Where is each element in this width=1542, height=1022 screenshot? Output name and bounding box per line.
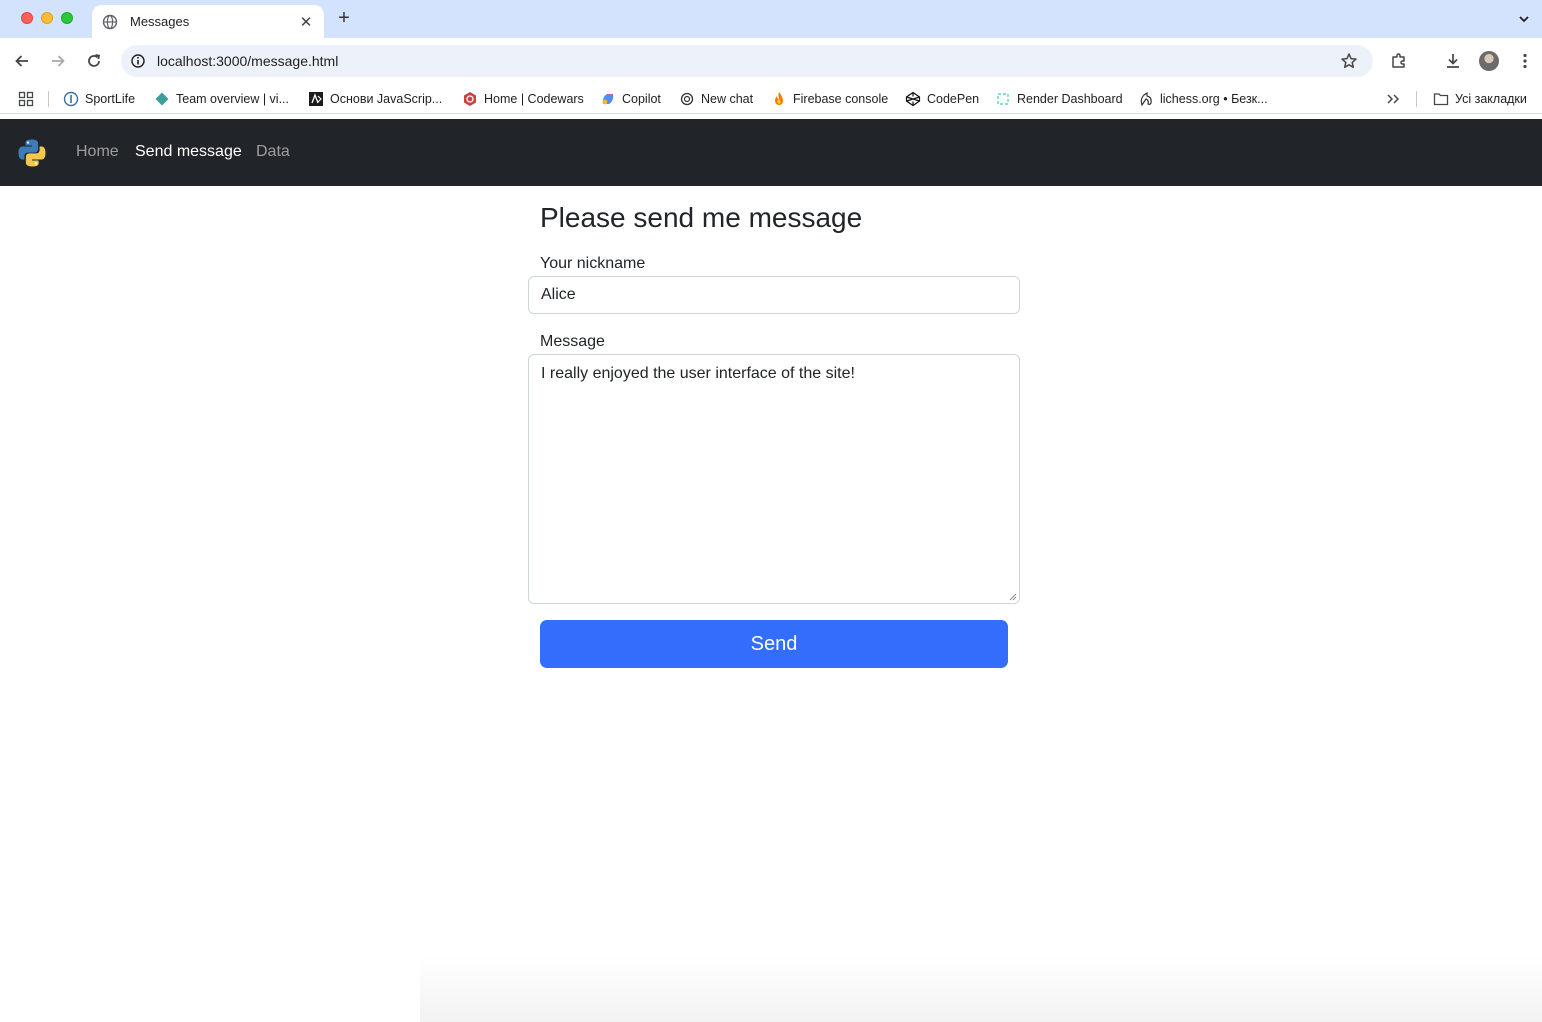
arrow-right-icon (52, 55, 65, 67)
bookmark-label: Основи JavaScrip... (330, 92, 443, 106)
message-label: Message (540, 333, 605, 350)
puzzle-icon (1392, 53, 1405, 68)
bookmark-label: Copilot (622, 92, 661, 106)
nav-link-send-message[interactable]: Send message (135, 143, 242, 161)
bookmark-team-overview[interactable]: Team overview | vi... (154, 90, 289, 108)
url-text: localhost:3000/message.html (157, 53, 339, 69)
chatgpt-icon (679, 91, 695, 107)
apps-grid-icon (18, 91, 34, 107)
nav-link-home[interactable]: Home (76, 143, 119, 161)
render-icon (995, 91, 1011, 107)
reload-button[interactable] (82, 49, 106, 73)
nickname-input[interactable]: Alice (528, 276, 1020, 314)
bookmark-javascript-course[interactable]: Основи JavaScrip... (308, 90, 442, 108)
tab-search-button[interactable] (1512, 7, 1536, 31)
bookmark-sportlife[interactable]: SportLife (63, 90, 135, 108)
bookmark-label: Firebase console (793, 92, 889, 106)
close-window-button[interactable] (21, 12, 33, 24)
address-bar[interactable]: localhost:3000/message.html (121, 45, 1373, 77)
forward-button[interactable] (46, 49, 70, 73)
codewars-icon (462, 91, 478, 107)
browser-toolbar: localhost:3000/message.html (0, 38, 1542, 111)
copilot-icon (600, 91, 616, 107)
close-tab-icon[interactable]: ✕ (296, 12, 316, 32)
arrow-left-icon (15, 55, 28, 67)
globe-icon (102, 14, 118, 30)
bookmark-label: Team overview | vi... (176, 92, 290, 106)
site-info-icon[interactable] (128, 51, 148, 71)
bookmark-copilot[interactable]: Copilot (600, 90, 661, 108)
chevrons-right-icon (1387, 94, 1400, 104)
sportlife-icon (63, 91, 79, 107)
page-viewport: Home Send message Data Please send me me… (0, 119, 1542, 1022)
new-tab-button[interactable]: + (334, 7, 354, 29)
chevron-down-icon (1519, 16, 1529, 23)
bookmark-codewars[interactable]: Home | Codewars (462, 90, 584, 108)
bookmark-firebase[interactable]: Firebase console (771, 90, 888, 108)
folder-icon (1433, 91, 1449, 107)
tab-strip: Messages ✕ + (0, 0, 1542, 38)
bookmark-label: New chat (701, 92, 754, 106)
bookmark-label: Render Dashboard (1017, 92, 1123, 106)
bookmark-new-chat[interactable]: New chat (679, 90, 753, 108)
bookmark-label: lichess.org • Безк... (1160, 92, 1268, 106)
download-icon (1447, 54, 1459, 68)
bookmarks-bar: SportLife Team overview | vi... Основи J… (0, 84, 1542, 114)
bookmark-label: SportLife (85, 92, 136, 106)
page-title: Please send me message (540, 202, 863, 233)
message-text: I really enjoyed the user interface of t… (541, 365, 855, 382)
maximize-window-button[interactable] (61, 12, 73, 24)
all-bookmarks-button[interactable]: Усі закладки (1433, 90, 1527, 108)
all-bookmarks-label: Усі закладки (1455, 92, 1527, 106)
python-logo-icon[interactable] (17, 138, 47, 168)
firebase-icon (771, 91, 787, 107)
codepen-icon (905, 91, 921, 107)
bookmark-star-icon[interactable] (1339, 51, 1359, 71)
send-button[interactable]: Send (540, 620, 1008, 668)
apps-button[interactable] (18, 90, 34, 108)
bookmark-label: Home | Codewars (484, 92, 584, 106)
browser-menu-button[interactable] (1513, 49, 1537, 73)
bookmark-label: CodePen (927, 92, 980, 106)
extensions-button[interactable] (1387, 49, 1411, 73)
site-navbar: Home Send message Data (0, 119, 1542, 186)
more-vertical-icon (1523, 53, 1527, 69)
bookmark-codepen[interactable]: CodePen (905, 90, 979, 108)
minimize-window-button[interactable] (41, 12, 53, 24)
active-tab[interactable]: Messages ✕ (92, 5, 324, 38)
team-overview-icon (154, 91, 170, 107)
downloads-button[interactable] (1441, 49, 1465, 73)
profile-avatar[interactable] (1479, 51, 1499, 71)
message-textarea[interactable]: I really enjoyed the user interface of t… (528, 354, 1020, 604)
bookmark-render[interactable]: Render Dashboard (995, 90, 1123, 108)
reload-icon (88, 54, 101, 67)
tab-title: Messages (130, 14, 190, 29)
nav-link-data[interactable]: Data (256, 143, 290, 161)
bottom-shadow (420, 955, 1542, 1022)
bookmarks-divider (48, 91, 49, 107)
more-bookmarks-button[interactable] (1386, 90, 1400, 108)
resize-handle-icon[interactable] (1007, 591, 1017, 601)
back-button[interactable] (10, 49, 34, 73)
lichess-icon (1138, 91, 1154, 107)
javascript-course-icon (308, 91, 324, 107)
bookmark-lichess[interactable]: lichess.org • Безк... (1138, 90, 1268, 108)
nickname-label: Your nickname (540, 255, 646, 272)
bookmarks-divider (1416, 91, 1417, 107)
